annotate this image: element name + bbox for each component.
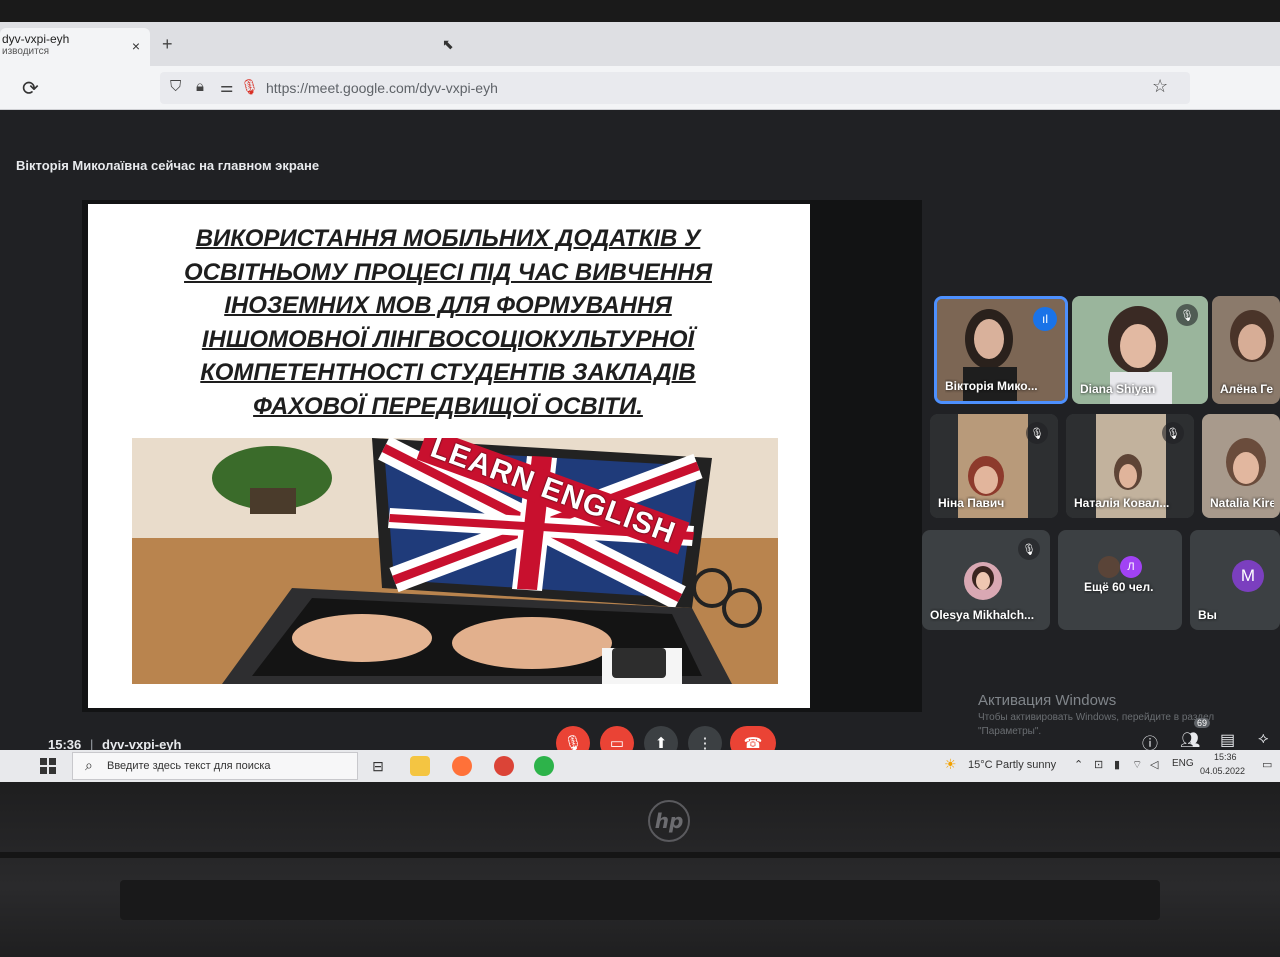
new-tab-button[interactable]: + (162, 34, 173, 55)
muted-mic-icon: 🎙︎ (1018, 538, 1040, 560)
lock-icon[interactable]: 🔒︎ (196, 78, 204, 95)
people-icon[interactable]: 👥︎ (1180, 730, 1200, 750)
tab-title: dyv-vxpi-eyh (2, 32, 70, 46)
participant-tile[interactable]: Natalia Kiree (1202, 414, 1280, 518)
slide-title-line: ФАХОВОЇ ПЕРЕДВИЩОЇ ОСВІТИ. (253, 392, 643, 420)
reload-icon[interactable]: ⟳ (22, 76, 39, 101)
participant-tile[interactable]: 🎙︎ Ніна Павич (930, 414, 1058, 518)
shield-icon[interactable]: ⛉ (170, 78, 181, 95)
windows-activation-title: Активация Windows (978, 692, 1117, 709)
volume-icon[interactable]: ◁ (1150, 758, 1158, 771)
participant-name: Olesya Mikhalch... (930, 608, 1035, 622)
activities-icon[interactable]: ⟡ (1258, 730, 1269, 748)
muted-mic-icon: 🎙︎ (1176, 304, 1198, 326)
speaking-indicator-icon: ıl (1033, 307, 1057, 331)
taskbar-search[interactable]: ⌕ Введите здесь текст для поиска (72, 752, 358, 780)
slide-illustration: LEARN ENGLISH (132, 438, 778, 684)
participant-name: Вікторія Мико... (945, 379, 1038, 393)
weather-status[interactable]: 15°C Partly sunny (968, 759, 1056, 771)
close-icon[interactable]: × (132, 38, 140, 54)
address-bar[interactable]: ⛉ 🔒︎ ⚌ 🎙︎ https://meet.google.com/dyv-vx… (160, 72, 1190, 104)
muted-mic-icon: 🎙︎ (1162, 422, 1184, 444)
chat-icon[interactable]: ▤ (1220, 730, 1235, 750)
microphone-icon[interactable]: 🎙︎ (240, 78, 259, 96)
torrent-icon[interactable] (534, 756, 554, 776)
participant-tile[interactable]: Л Ещё 60 чел. (1058, 530, 1182, 630)
task-view-icon[interactable]: ⊟ (368, 756, 388, 776)
browser-tab-bar: dyv-vxpi-eyh изводится × + ⬉ (0, 22, 1280, 66)
mouse-cursor-icon: ⬉ (442, 36, 454, 52)
tray-expand-icon[interactable]: ⌃ (1074, 758, 1083, 771)
slide-title-line: ВИКОРИСТАННЯ МОБІЛЬНИХ ДОДАТКІВ У (195, 225, 701, 252)
windows-start-icon[interactable] (40, 758, 56, 774)
laptop-base (0, 782, 1280, 957)
avatar (964, 562, 1002, 600)
slide-title-line: ОСВІТНЬОМУ ПРОЦЕСІ ПІД ЧАС ВИВЧЕННЯ (184, 258, 712, 286)
bookmark-star-icon[interactable]: ☆ (1152, 76, 1168, 97)
participant-tile[interactable]: 🎙︎ Olesya Mikhalch... (922, 530, 1050, 630)
participant-tile[interactable]: 🎙︎ Diana Shiyan (1072, 296, 1208, 404)
language-indicator[interactable]: ENG (1172, 758, 1194, 769)
avatar: Л (1120, 556, 1142, 578)
slide-title: ВИКОРИСТАННЯ МОБІЛЬНИХ ДОДАТКІВ У ОСВІТН… (128, 222, 768, 423)
participant-count-badge: 69 (1194, 718, 1211, 728)
search-placeholder[interactable]: Введите здесь текст для поиска (107, 760, 271, 772)
browser-tab[interactable]: dyv-vxpi-eyh изводится × (0, 28, 150, 66)
firefox-icon[interactable] (452, 756, 472, 776)
participant-tile[interactable]: Алёна Ге (1212, 296, 1280, 404)
search-icon: ⌕ (85, 757, 93, 773)
laptop-flag-illustration (132, 438, 778, 684)
presentation-slide: ВИКОРИСТАННЯ МОБІЛЬНИХ ДОДАТКІВ У ОСВІТН… (88, 204, 810, 708)
laptop-screen: dyv-vxpi-eyh изводится × + ⬉ ⟳ ⛉ 🔒︎ ⚌ 🎙︎… (0, 22, 1280, 782)
slide-title-line: ІНОЗЕМНИХ МОВ ДЛЯ ФОРМУВАННЯ (224, 292, 672, 319)
clock-date[interactable]: 04.05.2022 (1200, 766, 1245, 776)
presenter-banner: Вікторія Миколаївна сейчас на главном эк… (16, 158, 320, 173)
participant-name: Алёна Ге (1220, 382, 1274, 396)
participant-name: Natalia Kiree (1210, 496, 1274, 510)
participant-tile[interactable]: 🎙︎ Наталія Ковал... (1066, 414, 1194, 518)
more-participants-label: Ещё 60 чел. (1084, 580, 1154, 594)
browser-nav-bar: ⟳ ⛉ 🔒︎ ⚌ 🎙︎ https://meet.google.com/dyv-… (0, 66, 1280, 110)
network-icon[interactable]: ⊡ (1094, 758, 1103, 771)
slide-title-line: КОМПЕТЕНТНОСТІ СТУДЕНТІВ ЗАКЛАДІВ (200, 359, 696, 386)
keyboard-area (120, 880, 1160, 920)
battery-icon[interactable]: ▮ (1114, 758, 1120, 771)
laptop-hinge (0, 852, 1280, 858)
participant-tile[interactable]: M Вы (1190, 530, 1280, 630)
participant-name: Ніна Павич (938, 496, 1005, 510)
weather-sun-icon: ☀ (944, 756, 957, 772)
participant-tile[interactable]: ıl Вікторія Мико... (934, 296, 1068, 404)
hp-logo: hp (648, 800, 690, 842)
clock-time[interactable]: 15:36 (1214, 752, 1237, 762)
slide-title-line: ІНШОМОВНОЇ ЛІНГВОСОЦІОКУЛЬТУРНОЇ (201, 325, 695, 353)
participant-name: Наталія Ковал... (1074, 496, 1170, 510)
chrome-icon[interactable] (494, 756, 514, 776)
muted-mic-icon: 🎙︎ (1026, 422, 1048, 444)
wifi-icon[interactable]: ⌔ (1132, 758, 1142, 772)
participant-name: Вы (1198, 608, 1217, 622)
notifications-icon[interactable]: ▭ (1262, 758, 1272, 771)
permissions-icon[interactable]: ⚌ (220, 78, 233, 96)
meet-window: Вікторія Миколаївна сейчас на главном эк… (0, 110, 1280, 782)
url-text[interactable]: https://meet.google.com/dyv-vxpi-eyh (266, 80, 498, 96)
windows-taskbar: ⌕ Введите здесь текст для поиска ⊟ ☀ 15°… (0, 750, 1280, 782)
file-explorer-icon[interactable] (410, 756, 430, 776)
avatar: M (1232, 560, 1264, 592)
laptop-bezel-top (0, 0, 1280, 22)
avatar (1098, 556, 1120, 578)
participant-name: Diana Shiyan (1080, 382, 1156, 396)
tab-subtitle: изводится (2, 46, 50, 57)
